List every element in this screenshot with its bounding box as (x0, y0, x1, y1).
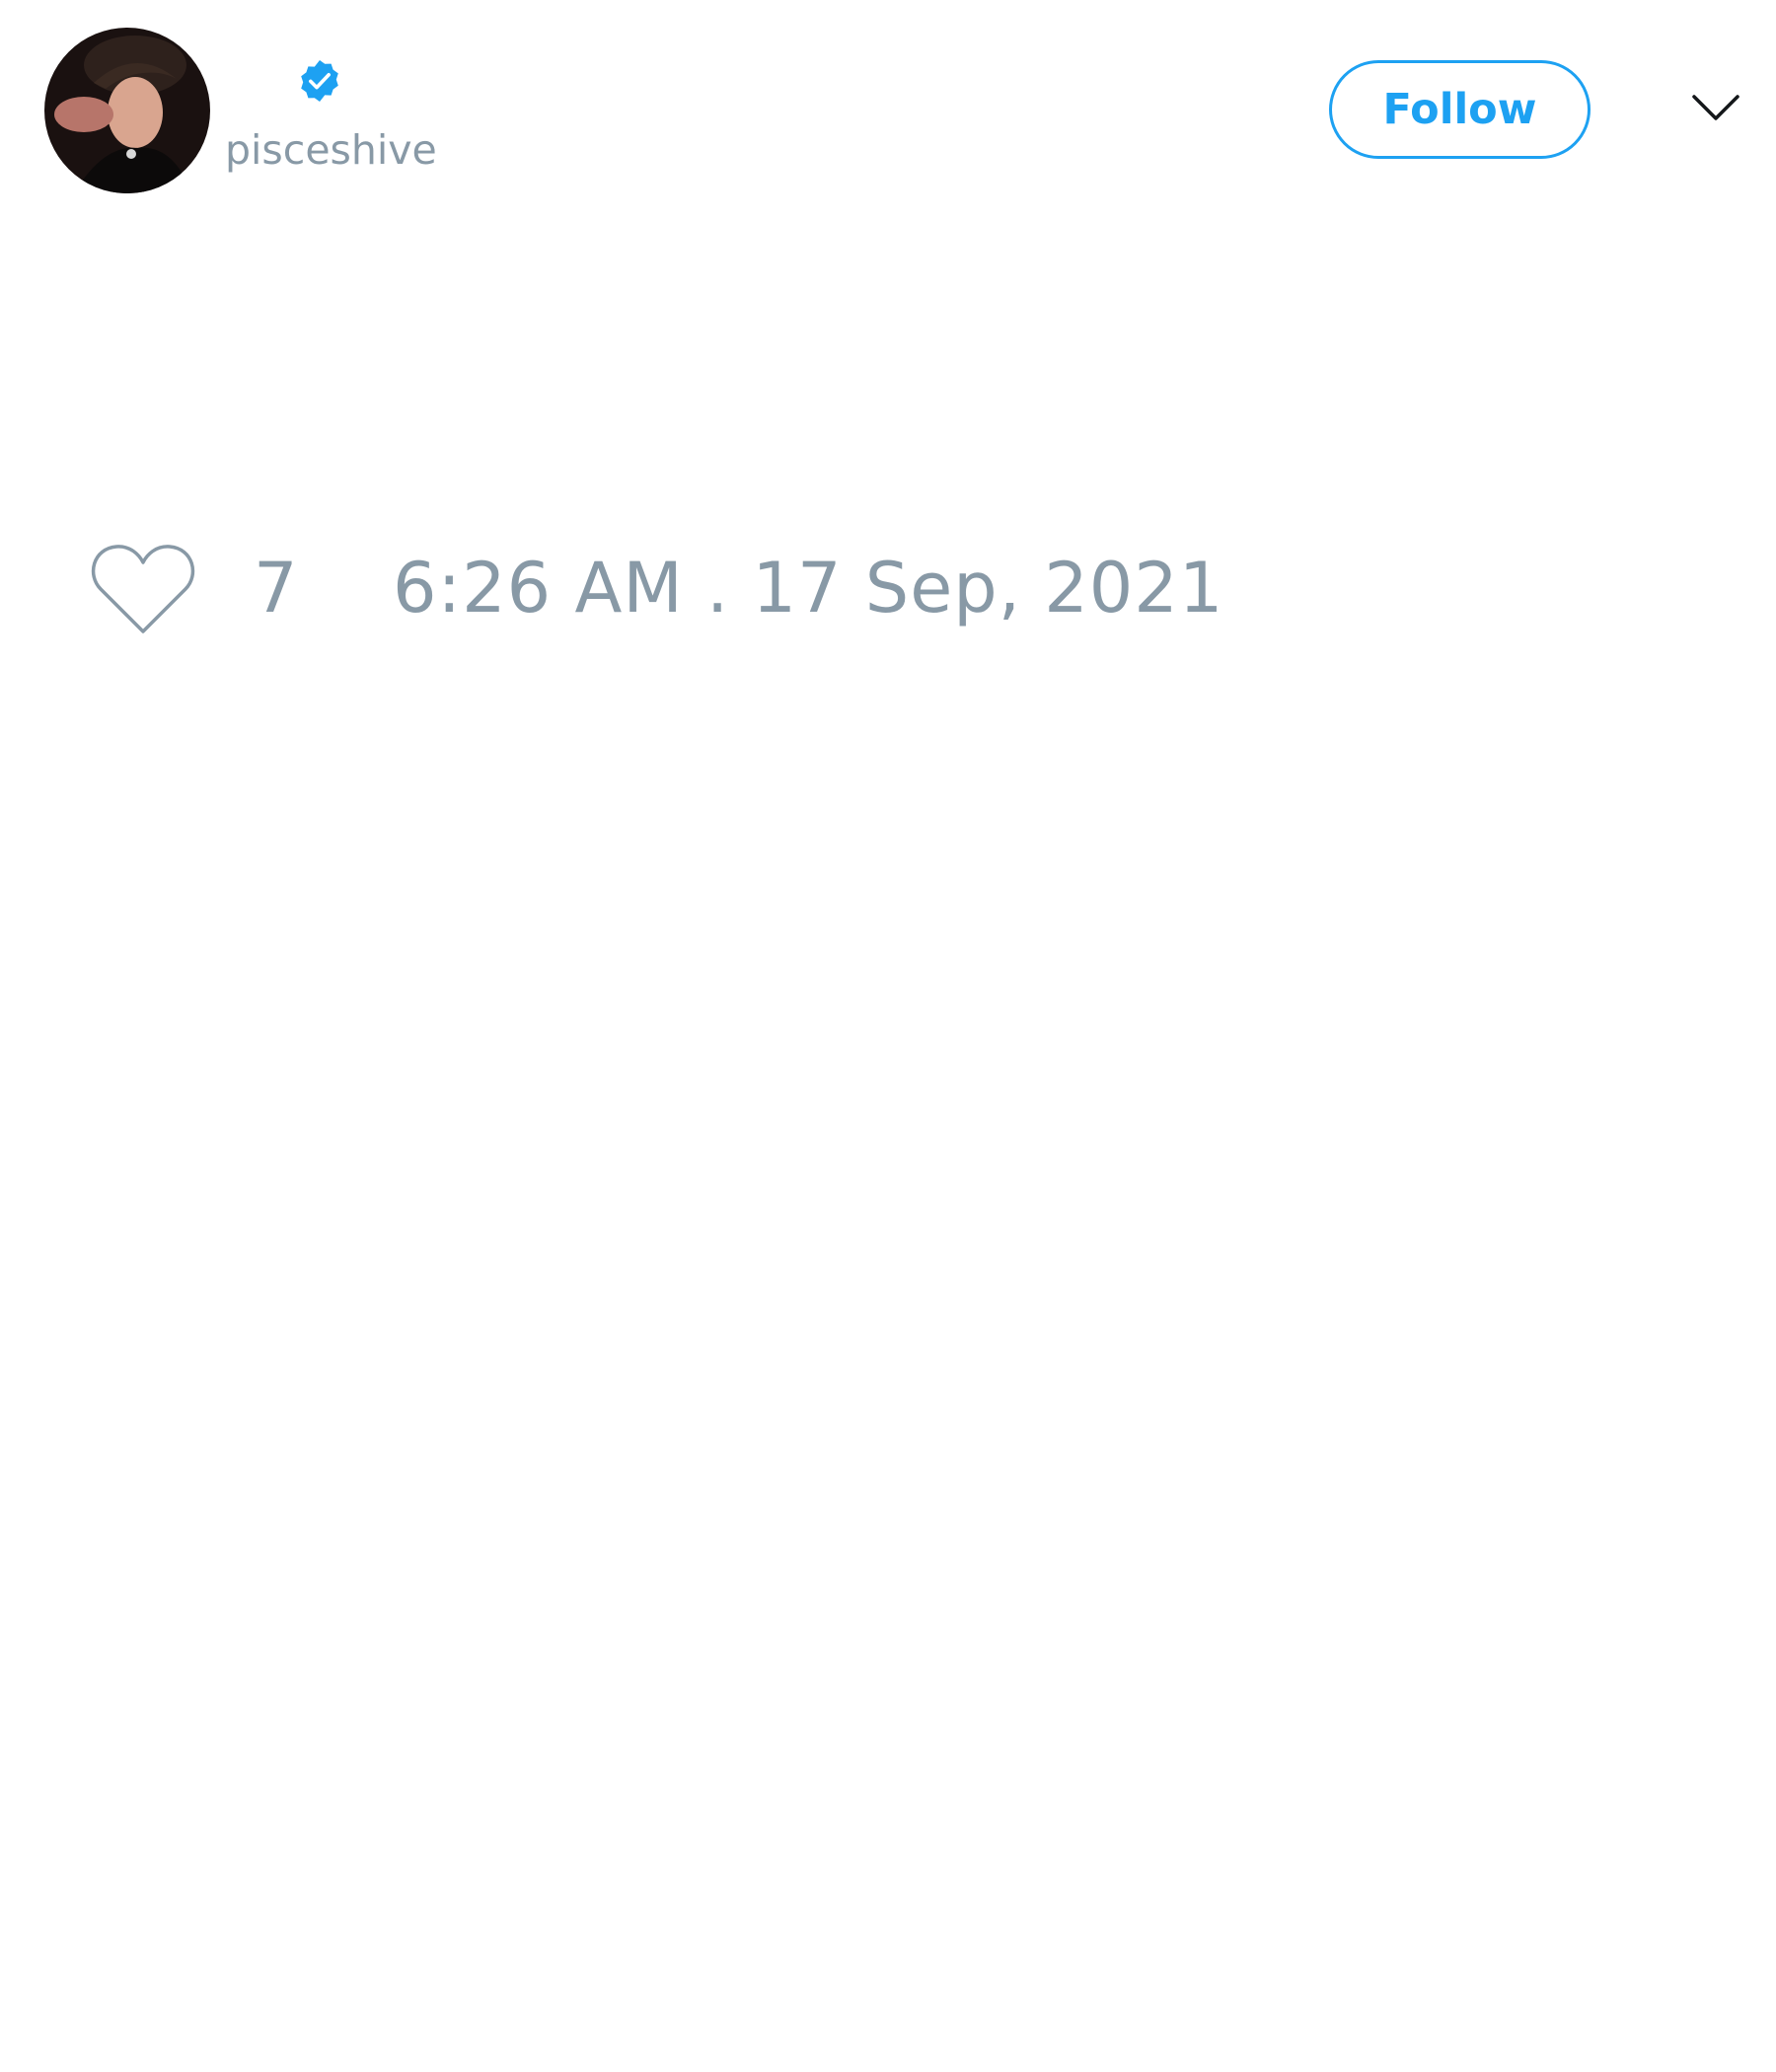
verified-badge-icon (301, 60, 338, 102)
user-handle[interactable]: pisceshive (225, 126, 437, 174)
avatar[interactable] (44, 28, 210, 193)
follow-button[interactable]: Follow (1329, 60, 1591, 159)
heart-icon[interactable] (91, 543, 195, 635)
chevron-down-icon[interactable] (1692, 89, 1739, 128)
tweet-timestamp[interactable]: 6:26 AM . 17 Sep, 2021 (393, 548, 1223, 629)
like-count: 7 (254, 548, 298, 629)
avatar-photo (44, 28, 210, 193)
